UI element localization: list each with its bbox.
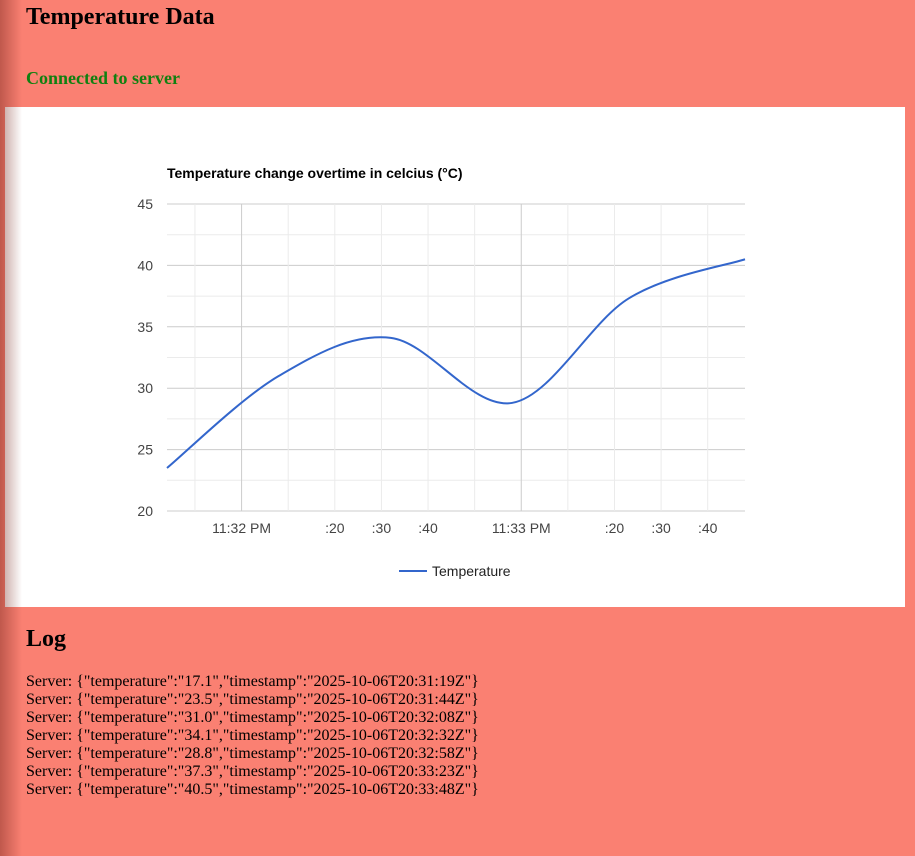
log-entry: Server: {"temperature":"23.5","timestamp… (26, 691, 479, 708)
page-title: Temperature Data (26, 4, 215, 30)
log-entry: Server: {"temperature":"31.0","timestamp… (26, 709, 479, 726)
legend-label: Temperature (432, 563, 511, 579)
y-tick-label: 35 (137, 319, 153, 335)
x-tick-label: :30 (651, 520, 671, 536)
x-tick-label: 11:33 PM (492, 520, 551, 536)
log-entry: Server: {"temperature":"28.8","timestamp… (26, 745, 479, 762)
x-tick-label: 11:32 PM (212, 520, 271, 536)
chart-svg: 20 25 30 35 40 45 11:32 PM :20 :30 :40 11:33 PM :20… (137, 165, 746, 579)
chart-series (166, 258, 746, 469)
x-tick-label: :30 (372, 520, 392, 536)
x-tick-label: :20 (325, 520, 345, 536)
temperature-series-line (166, 258, 746, 469)
x-tick-label: :40 (418, 520, 438, 536)
log-title: Log (26, 626, 67, 652)
log-entry: Server: {"temperature":"37.3","timestamp… (26, 763, 479, 780)
log-entry: Server: {"temperature":"40.5","timestamp… (26, 781, 479, 798)
connection-status: Connected to server (26, 68, 180, 88)
y-tick-label: 20 (137, 503, 153, 519)
temperature-chart: 20 25 30 35 40 45 11:32 PM :20 :30 :40 11:33 PM :20… (5, 107, 905, 607)
y-tick-label: 30 (137, 380, 153, 396)
log-list: Server: {"temperature":"17.1","timestamp… (26, 673, 479, 799)
y-tick-label: 40 (137, 257, 153, 273)
chart-legend: Temperature (399, 563, 511, 579)
chart-title: Temperature change overtime in celcius (… (167, 165, 463, 181)
log-entry: Server: {"temperature":"17.1","timestamp… (26, 673, 479, 690)
x-tick-label: :20 (605, 520, 625, 536)
y-tick-label: 45 (137, 196, 153, 212)
y-tick-label: 25 (137, 442, 153, 458)
chart-grid (167, 203, 745, 512)
log-entry: Server: {"temperature":"34.1","timestamp… (26, 727, 479, 744)
x-tick-label: :40 (698, 520, 718, 536)
